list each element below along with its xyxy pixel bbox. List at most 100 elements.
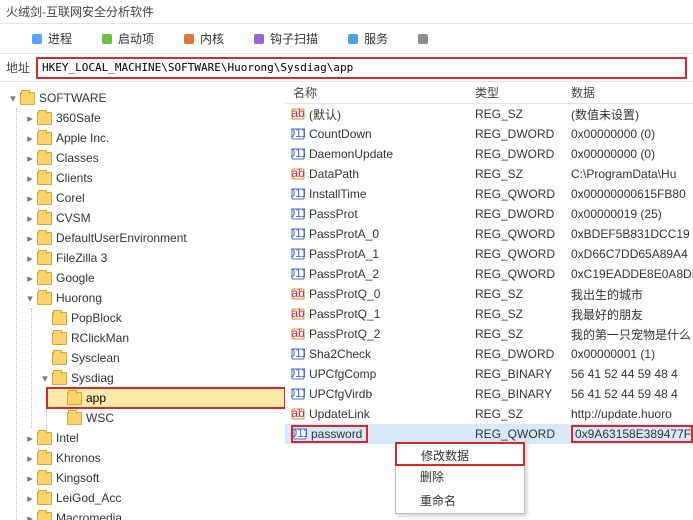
address-input[interactable]	[36, 57, 687, 79]
tree-node[interactable]: RClickMan	[32, 328, 285, 348]
value-type: REG_QWORD	[475, 427, 571, 441]
svg-text:011: 011	[291, 127, 305, 140]
value-row[interactable]: 011InstallTimeREG_QWORD0x00000000615FB80	[285, 184, 693, 204]
string-value-icon: ab	[291, 327, 305, 341]
tree-node[interactable]: PopBlock	[32, 308, 285, 328]
expand-icon[interactable]: ▸	[23, 272, 37, 285]
binary-value-icon: 011	[291, 347, 305, 361]
value-data: 56 41 52 44 59 48 4	[571, 367, 693, 381]
value-row[interactable]: abDataPathREG_SZC:\ProgramData\Hu	[285, 164, 693, 184]
value-row[interactable]: ab(默认)REG_SZ(数值未设置)	[285, 104, 693, 124]
tree-node[interactable]: Sysclean	[32, 348, 285, 368]
collapse-icon[interactable]: ▾	[6, 92, 20, 105]
tree-node[interactable]: ▸Classes	[17, 148, 285, 168]
tree-label: Khronos	[56, 451, 101, 465]
toolbar-more[interactable]	[416, 32, 434, 46]
expand-icon[interactable]: ▸	[23, 512, 37, 520]
value-row[interactable]: 011PassProtREG_DWORD0x00000019 (25)	[285, 204, 693, 224]
value-row[interactable]: abPassProtQ_0REG_SZ我出生的城市	[285, 284, 693, 304]
value-row[interactable]: 011Sha2CheckREG_DWORD0x00000001 (1)	[285, 344, 693, 364]
value-row[interactable]: 011PassProtA_2REG_QWORD0xC19EADDE8E0A8DE	[285, 264, 693, 284]
tree-node[interactable]: ▸LeiGod_Acc	[17, 488, 285, 508]
value-row[interactable]: 011UPCfgVirdbREG_BINARY56 41 52 44 59 48…	[285, 384, 693, 404]
tree-label: Huorong	[56, 291, 102, 305]
tree-node-WSC[interactable]: WSC	[47, 408, 285, 428]
expand-icon[interactable]: ▸	[23, 472, 37, 485]
value-data: 0x9A63158E389477F	[571, 425, 693, 443]
context-menu-item[interactable]: 修改数据	[395, 442, 525, 466]
expand-icon[interactable]: ▸	[23, 132, 37, 145]
value-row[interactable]: abPassProtQ_1REG_SZ我最好的朋友	[285, 304, 693, 324]
toolbar-启动项[interactable]: 启动项	[100, 30, 154, 47]
tree-node[interactable]: ▸FileZilla 3	[17, 248, 285, 268]
value-data: 56 41 52 44 59 48 4	[571, 387, 693, 401]
tree-node[interactable]: ▸360Safe	[17, 108, 285, 128]
value-type: REG_DWORD	[475, 207, 571, 221]
toolbar-label: 服务	[364, 30, 388, 47]
expand-icon[interactable]: ▸	[23, 192, 37, 205]
tree-node-app[interactable]: app	[47, 388, 285, 408]
expand-icon[interactable]: ▸	[23, 152, 37, 165]
toolbar-进程[interactable]: 进程	[30, 30, 72, 47]
value-row[interactable]: abPassProtQ_2REG_SZ我的第一只宠物是什么	[285, 324, 693, 344]
tree-node[interactable]: ▸DefaultUserEnvironment	[17, 228, 285, 248]
toolbar-钩子扫描[interactable]: 钩子扫描	[252, 30, 318, 47]
kernel-icon	[182, 32, 196, 46]
tree-node[interactable]: ▸Google	[17, 268, 285, 288]
folder-icon	[37, 232, 52, 245]
folder-icon	[37, 252, 52, 265]
expand-icon[interactable]: ▸	[23, 172, 37, 185]
col-type[interactable]: 类型	[475, 84, 571, 101]
service-icon	[346, 32, 360, 46]
svg-text:011: 011	[291, 247, 305, 260]
folder-icon	[37, 112, 52, 125]
tree-node[interactable]: ▸Clients	[17, 168, 285, 188]
svg-text:011: 011	[291, 207, 305, 220]
tree-node[interactable]: ▸Kingsoft	[17, 468, 285, 488]
svg-text:011: 011	[291, 267, 305, 280]
value-data: 0x00000001 (1)	[571, 347, 693, 361]
context-menu-item[interactable]: 删除	[396, 465, 524, 489]
tree-node[interactable]: ▸Apple Inc.	[17, 128, 285, 148]
tree-node-sysdiag[interactable]: ▾Sysdiag	[32, 368, 285, 388]
tree-label: Corel	[56, 191, 85, 205]
registry-tree[interactable]: ▾ SOFTWARE ▸360Safe▸Apple Inc.▸Classes▸C…	[0, 82, 285, 520]
value-data: 0x00000000 (0)	[571, 127, 693, 141]
tree-node[interactable]: ▸ Khronos	[17, 448, 285, 468]
value-row[interactable]: 011passwordREG_QWORD0x9A63158E389477F	[285, 424, 693, 444]
value-row[interactable]: 011CountDownREG_DWORD0x00000000 (0)	[285, 124, 693, 144]
expand-icon[interactable]: ▸	[23, 232, 37, 245]
expand-icon[interactable]: ▸	[23, 252, 37, 265]
value-row[interactable]: 011DaemonUpdateREG_DWORD0x00000000 (0)	[285, 144, 693, 164]
folder-icon	[37, 172, 52, 185]
value-type: REG_SZ	[475, 307, 571, 321]
tree-node[interactable]: ▸ Intel	[17, 428, 285, 448]
tree-node[interactable]: ▸ Corel	[17, 188, 285, 208]
value-data: 我最好的朋友	[571, 306, 693, 323]
folder-icon	[67, 412, 82, 425]
expand-icon[interactable]: ▸	[23, 212, 37, 225]
collapse-icon[interactable]: ▾	[23, 292, 37, 305]
context-menu-item[interactable]: 重命名	[396, 489, 524, 513]
expand-icon[interactable]: ▸	[23, 112, 37, 125]
tree-node[interactable]: ▸CVSM	[17, 208, 285, 228]
value-type: REG_DWORD	[475, 347, 571, 361]
expand-icon[interactable]: ▸	[23, 492, 37, 505]
value-row[interactable]: 011UPCfgCompREG_BINARY56 41 52 44 59 48 …	[285, 364, 693, 384]
toolbar-内核[interactable]: 内核	[182, 30, 224, 47]
col-data[interactable]: 数据	[571, 84, 693, 101]
collapse-icon[interactable]: ▾	[38, 372, 52, 385]
tree-node-huorong[interactable]: ▾ Huorong	[17, 288, 285, 308]
tree-node[interactable]: ▸Macromedia	[17, 508, 285, 520]
expand-icon[interactable]: ▸	[23, 432, 37, 445]
value-row[interactable]: abUpdateLinkREG_SZhttp://update.huoro	[285, 404, 693, 424]
value-row[interactable]: 011PassProtA_0REG_QWORD0xBDEF5B831DCC19	[285, 224, 693, 244]
col-name[interactable]: 名称	[285, 84, 475, 101]
binary-value-icon: 011	[291, 387, 305, 401]
expand-icon[interactable]: ▸	[23, 452, 37, 465]
tree-label: Intel	[56, 431, 79, 445]
value-row[interactable]: 011PassProtA_1REG_QWORD0xD66C7DD65A89A4	[285, 244, 693, 264]
tree-node-software[interactable]: ▾ SOFTWARE	[0, 88, 285, 108]
svg-text:011: 011	[291, 367, 305, 380]
toolbar-服务[interactable]: 服务	[346, 30, 388, 47]
